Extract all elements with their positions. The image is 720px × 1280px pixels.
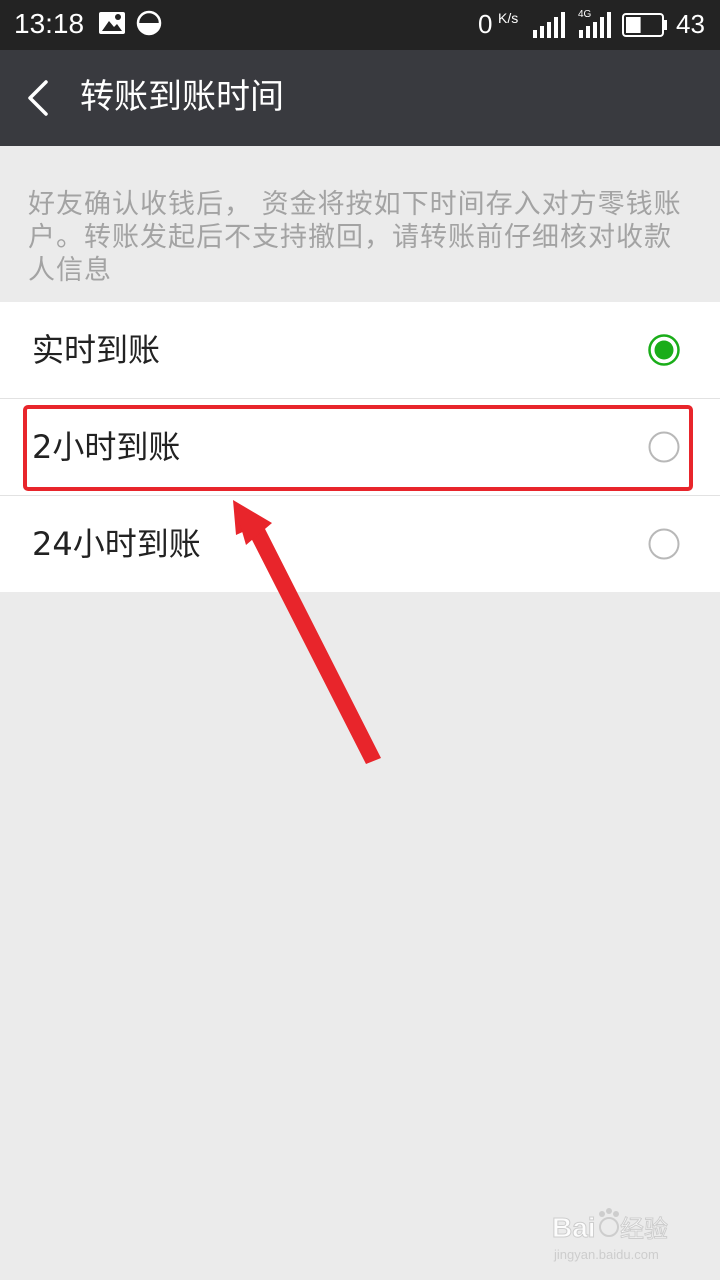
radio-selected-icon[interactable]	[648, 334, 680, 366]
watermark-url: jingyan.baidu.com	[553, 1247, 659, 1262]
back-button[interactable]	[20, 74, 60, 122]
watermark-brand: Bai	[552, 1212, 596, 1243]
option-realtime[interactable]: 实时到账	[0, 302, 720, 398]
option-label: 24小时到账	[32, 525, 201, 563]
radio-unselected-icon[interactable]	[648, 528, 680, 560]
radio-unselected-icon[interactable]	[648, 431, 680, 463]
option-2-hours[interactable]: 2小时到账	[0, 398, 720, 495]
chevron-left-icon	[20, 80, 60, 126]
network-speed-unit: K/s	[498, 10, 519, 26]
status-time: 13:18	[14, 8, 85, 39]
status-bar: 13:18 0 K/s 4G 43	[0, 0, 720, 50]
battery-icon	[622, 13, 668, 41]
signal-icon	[532, 12, 568, 42]
arrival-time-options: 实时到账 2小时到账 24小时到账	[0, 302, 720, 592]
transfer-time-description: 好友确认收钱后， 资金将按如下时间存入对方零钱账户。转账发起后不支持撤回，请转账…	[28, 189, 682, 286]
option-24-hours[interactable]: 24小时到账	[0, 495, 720, 592]
screen: 13:18 0 K/s 4G 43 转账到账时间 好友确认收钱后， 资金将按如下…	[0, 0, 720, 1280]
page-title: 转账到账时间	[80, 77, 284, 117]
header: 转账到账时间	[0, 50, 720, 146]
watermark-brand-suffix: 经验	[620, 1215, 668, 1243]
half-circle-icon	[136, 10, 162, 40]
paw-icon	[599, 1208, 619, 1237]
battery-percentage: 43	[676, 9, 705, 39]
image-icon	[98, 10, 126, 40]
network-speed-value: 0	[478, 9, 493, 39]
watermark: Bai 经验 jingyan.baidu.com	[552, 1205, 692, 1267]
option-label: 实时到账	[32, 331, 161, 369]
option-label: 2小时到账	[32, 428, 181, 466]
network-type-label: 4G	[578, 9, 592, 20]
